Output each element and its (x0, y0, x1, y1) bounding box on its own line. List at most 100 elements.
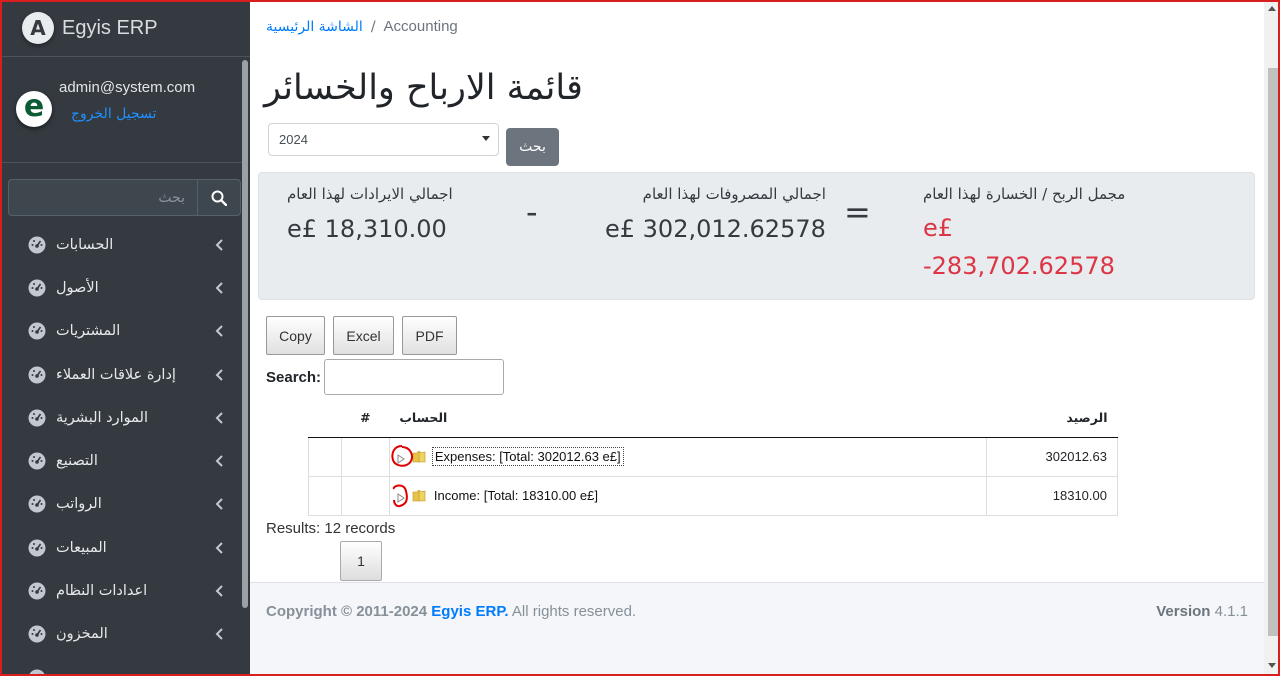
chevron-left-icon (215, 455, 223, 467)
page-scrollbar[interactable] (1264, 0, 1280, 676)
sidebar-item-manufacturing[interactable]: التصنيع (0, 439, 240, 482)
chevron-left-icon (215, 585, 223, 597)
sidebar-item-label: الموارد البشرية (56, 409, 148, 426)
export-buttons: Copy Excel PDF (266, 316, 457, 355)
excel-button[interactable]: Excel (333, 316, 394, 355)
folder-icon (412, 489, 426, 501)
copyright: Copyright © 2011-2024 Egyis ERP. All rig… (266, 603, 637, 620)
profit-loss-summary: اجمالي الايرادات لهذا العام e£ 18,310.00… (258, 172, 1255, 300)
header-empty (308, 399, 342, 438)
company-link[interactable]: Egyis ERP. (431, 603, 508, 620)
copy-button[interactable]: Copy (266, 316, 325, 355)
breadcrumb-separator: / (370, 18, 376, 35)
chevron-left-icon (215, 628, 223, 641)
sidebar-item-partial[interactable] (0, 656, 240, 676)
sidebar-item-accounts[interactable]: الحسابات (0, 223, 240, 266)
sidebar-item-system-settings[interactable]: اعدادات النظام (0, 569, 240, 612)
sidebar-item-inventory[interactable]: المخزون (0, 613, 240, 656)
sidebar-item-sales[interactable]: المبيعات (0, 526, 240, 569)
sidebar-search-input[interactable] (8, 179, 197, 216)
sidebar-search-button[interactable] (197, 179, 241, 216)
sidebar-item-label: التصنيع (56, 453, 98, 470)
avatar: e (16, 91, 52, 127)
sidebar-search (8, 179, 241, 216)
sidebar-scrollbar[interactable] (242, 60, 248, 608)
profit-value: -283,702.62578 (923, 252, 1115, 280)
chevron-left-icon (215, 238, 223, 251)
scroll-up-icon[interactable] (1268, 6, 1276, 11)
dashboard-icon (28, 669, 46, 676)
breadcrumb: الشاشة الرئيسية / Accounting (266, 18, 458, 35)
sidebar: A Egyis ERP e admin@system.com تسجيل الخ… (0, 0, 250, 676)
year-select[interactable]: 2024 (268, 123, 499, 156)
dashboard-icon (28, 322, 46, 340)
sidebar-item-payroll[interactable]: الرواتب (0, 483, 240, 526)
chevron-left-icon (215, 498, 223, 511)
sidebar-item-label: الأصول (56, 279, 99, 296)
page-scrollbar-thumb[interactable] (1268, 68, 1278, 636)
dashboard-icon (28, 452, 46, 470)
search-button[interactable]: بحث (506, 128, 559, 166)
sidebar-item-crm[interactable]: إدارة علاقات العملاء (0, 353, 240, 396)
scroll-down-icon[interactable] (1268, 663, 1276, 668)
sidebar-item-label: إدارة علاقات العملاء (56, 366, 176, 383)
sidebar-item-assets[interactable]: الأصول (0, 266, 240, 309)
dashboard-icon (28, 366, 46, 384)
account-label[interactable]: Income: [Total: 18310.00 e£] (432, 487, 600, 504)
expenses-summary: اجمالي المصروفات لهذا العام e£ 302,012.6… (605, 185, 826, 243)
pdf-button[interactable]: PDF (402, 316, 457, 355)
chevron-left-icon (215, 368, 223, 381)
accounts-table: # الحساب الرصيد Expenses: [Total: 302012… (308, 399, 1118, 516)
caret-down-icon (482, 136, 490, 141)
account-label[interactable]: Expenses: [Total: 302012.63 e£] (431, 447, 624, 466)
dashboard-icon (28, 625, 46, 643)
footer: Copyright © 2011-2024 Egyis ERP. All rig… (250, 582, 1264, 676)
user-email: admin@system.com (59, 79, 196, 96)
dashboard-icon (28, 539, 46, 557)
table-search-input[interactable] (324, 359, 505, 395)
red-circle-annotation (391, 444, 413, 467)
sidebar-item-label: المبيعات (56, 539, 107, 556)
breadcrumb-home-link[interactable]: الشاشة الرئيسية (266, 19, 363, 35)
sidebar-nav: الحسابات الأصول المشتريات إدارة علاقات ا… (0, 223, 240, 676)
red-circle-annotation (392, 484, 408, 507)
revenue-value: e£ 18,310.00 (287, 215, 447, 243)
header-balance[interactable]: الرصيد (986, 399, 1118, 438)
user-panel: e admin@system.com تسجيل الخروج (0, 57, 242, 163)
chevron-left-icon (215, 412, 223, 424)
table-header-row: # الحساب الرصيد (308, 399, 1118, 438)
dashboard-icon (28, 582, 46, 600)
version: Version 4.1.1 (1156, 603, 1248, 620)
sidebar-item-label: المخزون (56, 626, 108, 643)
revenue-summary: اجمالي الايرادات لهذا العام e£ 18,310.00 (287, 185, 453, 243)
chevron-left-icon (215, 325, 223, 337)
expenses-label: اجمالي المصروفات لهذا العام (642, 185, 826, 203)
dashboard-icon (28, 236, 46, 254)
header-number[interactable]: # (341, 399, 390, 438)
expand-triangle-icon[interactable] (391, 444, 413, 467)
main-content: الشاشة الرئيسية / Accounting قائمة الارب… (250, 0, 1264, 676)
search-icon (211, 190, 227, 206)
expand-triangle-icon[interactable] (392, 484, 408, 507)
logout-link[interactable]: تسجيل الخروج (71, 106, 195, 122)
dashboard-icon (28, 495, 46, 513)
account-cell: Expenses: [Total: 302012.63 e£] (388, 436, 987, 476)
sidebar-item-purchases[interactable]: المشتريات (0, 310, 240, 353)
equals-sign: = (844, 193, 871, 231)
revenue-label: اجمالي الايرادات لهذا العام (287, 185, 453, 203)
header-account[interactable]: الحساب (389, 399, 987, 438)
year-select-value: 2024 (279, 132, 308, 147)
sidebar-item-label: الحسابات (56, 236, 114, 253)
account-cell: Income: [Total: 18310.00 e£] (388, 475, 987, 516)
profit-currency: e£ (923, 214, 954, 242)
brand-link[interactable]: A Egyis ERP (0, 0, 250, 57)
profit-summary: مجمل الربح / الخسارة لهذا العام e£ -283,… (923, 185, 1125, 283)
table-row: Expenses: [Total: 302012.63 e£] 302012.6… (308, 436, 1118, 476)
page-button[interactable]: 1 (340, 541, 382, 581)
chevron-left-icon (215, 542, 223, 554)
sidebar-item-hr[interactable]: الموارد البشرية (0, 396, 240, 439)
sidebar-item-label: الرواتب (56, 496, 102, 513)
chevron-left-icon (215, 282, 223, 294)
balance-cell: 18310.00 (986, 475, 1118, 516)
dashboard-icon (28, 279, 46, 297)
